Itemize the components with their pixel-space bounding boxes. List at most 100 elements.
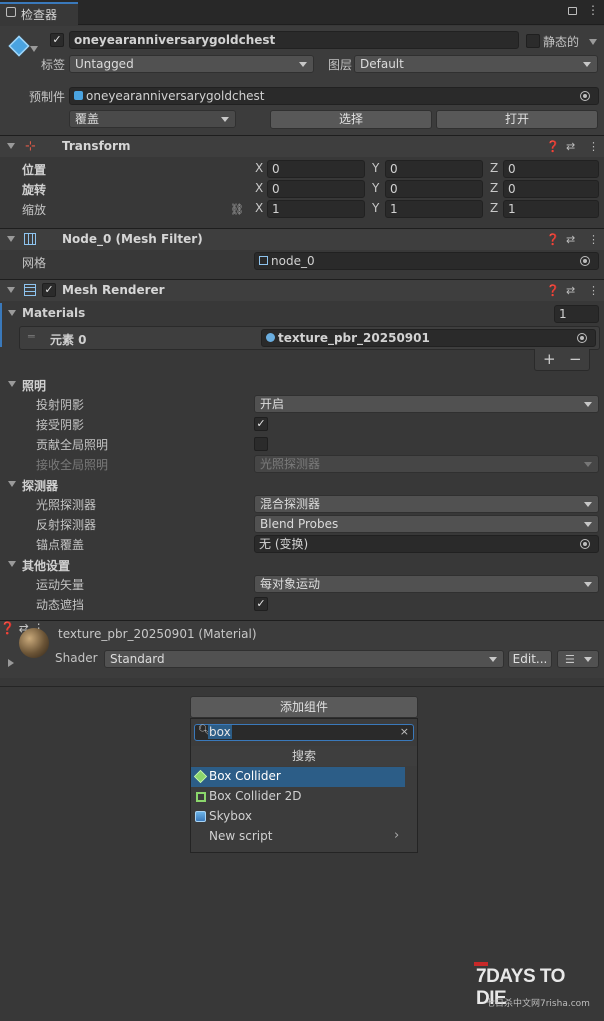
rotation-x-input[interactable]: 0: [267, 180, 365, 198]
light-probes-dropdown[interactable]: 混合探测器: [254, 495, 599, 513]
link-scale-icon[interactable]: ⛓: [230, 203, 244, 216]
rotation-y-input[interactable]: 0: [385, 180, 483, 198]
lighting-foldout-icon[interactable]: [8, 381, 16, 387]
scale-x-label[interactable]: X: [255, 201, 263, 215]
transform-header[interactable]: ⊹ Transform ❓ ⇄ ⋮: [0, 135, 604, 157]
mesh-renderer-header[interactable]: ✓ Mesh Renderer ❓ ⇄ ⋮: [0, 279, 604, 301]
scale-y-label[interactable]: Y: [372, 201, 379, 215]
watermark-seven-accent: [474, 962, 488, 966]
motion-vectors-value: 每对象运动: [260, 577, 321, 591]
layer-dropdown[interactable]: Default: [354, 55, 598, 73]
other-settings-foldout-icon[interactable]: [8, 561, 16, 567]
select-button[interactable]: 选择: [270, 110, 432, 129]
component-menu-icon[interactable]: ⋮: [588, 284, 599, 297]
override-label: 覆盖: [75, 112, 100, 126]
component-menu-icon[interactable]: ⋮: [588, 233, 599, 246]
help-icon[interactable]: ❓: [546, 284, 560, 297]
component-search-input[interactable]: 🔍︎ box ×: [194, 724, 414, 741]
dynamic-occlusion-checkbox[interactable]: ✓: [254, 597, 268, 611]
contribute-gi-label: 贡献全局照明: [36, 438, 109, 452]
presets-icon[interactable]: ⇄: [566, 233, 575, 246]
materials-count-input[interactable]: 1: [554, 305, 599, 323]
presets-icon[interactable]: ⇄: [566, 140, 575, 153]
material-foldout-icon[interactable]: [8, 659, 14, 667]
rotation-x-label[interactable]: X: [255, 181, 263, 195]
result-box-collider[interactable]: Box Collider: [191, 767, 405, 787]
object-picker-icon[interactable]: [580, 91, 590, 101]
transform-icon: ⊹: [25, 139, 36, 154]
object-picker-icon[interactable]: [577, 333, 587, 343]
element-material-field[interactable]: texture_pbr_20250901: [261, 329, 596, 347]
icon-dropdown-icon[interactable]: [30, 46, 38, 52]
tag-dropdown[interactable]: Untagged: [69, 55, 314, 73]
prefab-field[interactable]: oneyearanniversarygoldchest: [69, 87, 599, 105]
static-checkbox[interactable]: [526, 34, 540, 48]
position-x-input[interactable]: 0: [267, 160, 365, 178]
override-dropdown[interactable]: 覆盖: [69, 110, 236, 128]
select-label: 选择: [338, 112, 363, 126]
static-dropdown-icon[interactable]: [589, 39, 597, 45]
scale-y-input[interactable]: 1: [385, 200, 483, 218]
add-element-button[interactable]: +: [543, 350, 556, 368]
position-z-input[interactable]: 0: [503, 160, 599, 178]
motion-vectors-label: 运动矢量: [36, 578, 85, 592]
mesh-label: 网格: [22, 256, 47, 270]
more-menu-icon[interactable]: ⋮: [587, 3, 599, 17]
edit-shader-button[interactable]: Edit...: [508, 650, 552, 668]
position-x-label[interactable]: X: [255, 161, 263, 175]
scale-z-label[interactable]: Z: [490, 201, 498, 215]
position-z-label[interactable]: Z: [490, 161, 498, 175]
help-icon[interactable]: ❓: [546, 233, 560, 246]
rotation-z-label[interactable]: Z: [490, 181, 498, 195]
result-new-script[interactable]: New script ›: [191, 827, 405, 847]
rotation-z-input[interactable]: 0: [503, 180, 599, 198]
watermark: 7DAYS TO DIE 七日杀中文网7risha.com: [474, 962, 598, 1012]
remove-element-button[interactable]: −: [569, 350, 582, 368]
contribute-gi-checkbox[interactable]: [254, 437, 268, 451]
list-icon: ☰: [565, 653, 575, 666]
shader-options-dropdown[interactable]: ☰: [557, 650, 599, 668]
object-picker-icon[interactable]: [580, 256, 590, 266]
mesh-renderer-enabled-checkbox[interactable]: ✓: [42, 283, 56, 297]
lock-icon[interactable]: [568, 7, 577, 15]
presets-icon[interactable]: ⇄: [566, 284, 575, 297]
position-y-label[interactable]: Y: [372, 161, 379, 175]
cast-shadows-dropdown[interactable]: 开启: [254, 395, 599, 413]
tab-inspector[interactable]: 检查器: [0, 2, 78, 25]
position-y-input[interactable]: 0: [385, 160, 483, 178]
result-label: Box Collider 2D: [209, 789, 302, 803]
rotation-y-label[interactable]: Y: [372, 181, 379, 195]
mesh-icon: [259, 256, 268, 265]
help-icon[interactable]: ❓: [0, 621, 15, 635]
chevron-down-icon: [584, 502, 592, 507]
material-title: texture_pbr_20250901 (Material): [58, 627, 257, 641]
scale-x-input[interactable]: 1: [267, 200, 365, 218]
foldout-arrow-icon[interactable]: [7, 287, 15, 293]
add-component-button[interactable]: 添加组件: [190, 696, 418, 718]
anchor-override-field[interactable]: 无 (变换): [254, 535, 599, 553]
list-buttons: + −: [534, 349, 590, 371]
active-checkbox[interactable]: ✓: [50, 33, 64, 47]
receive-shadows-checkbox[interactable]: ✓: [254, 417, 268, 431]
reflection-probes-dropdown[interactable]: Blend Probes: [254, 515, 599, 533]
mesh-filter-header[interactable]: Node_0 (Mesh Filter) ❓ ⇄ ⋮: [0, 228, 604, 250]
probes-foldout-icon[interactable]: [8, 481, 16, 487]
motion-vectors-dropdown[interactable]: 每对象运动: [254, 575, 599, 593]
object-name-input[interactable]: oneyearanniversarygoldchest: [69, 31, 519, 49]
foldout-arrow-icon[interactable]: [7, 236, 15, 242]
result-box-collider-2d[interactable]: Box Collider 2D: [191, 787, 405, 807]
materials-foldout-icon[interactable]: [8, 310, 16, 316]
open-button[interactable]: 打开: [436, 110, 598, 129]
scale-z-input[interactable]: 1: [503, 200, 599, 218]
mesh-filter-icon: [24, 233, 36, 245]
layer-label: 图层: [328, 58, 353, 72]
object-picker-icon[interactable]: [580, 539, 590, 549]
drag-handle-icon[interactable]: ═: [28, 330, 35, 343]
help-icon[interactable]: ❓: [546, 140, 560, 153]
result-skybox[interactable]: Skybox: [191, 807, 405, 827]
component-menu-icon[interactable]: ⋮: [588, 140, 599, 153]
foldout-arrow-icon[interactable]: [7, 143, 15, 149]
shader-dropdown[interactable]: Standard: [104, 650, 504, 668]
clear-search-icon[interactable]: ×: [400, 725, 409, 738]
mesh-field[interactable]: node_0: [254, 252, 599, 270]
